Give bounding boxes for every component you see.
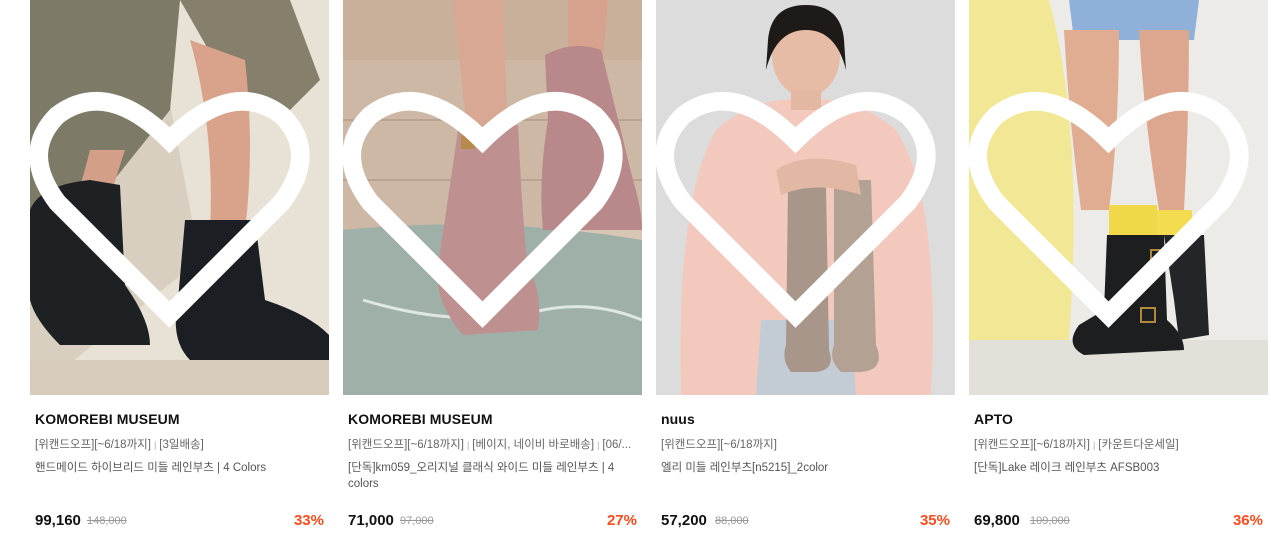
promo-tags: [위캔드오프][~6/18까지] | [베이지, 네이비 바로배송] | [06/... [348,436,638,452]
product-name[interactable]: [단독]km059_오리지널 클래식 와이드 미들 레인부츠 | 4 color… [348,460,638,492]
product-card[interactable]: KOMOREBI MUSEUM [위캔드오프][~6/18까지] | [3일배송] … [30,0,329,533]
product-grid: KOMOREBI MUSEUM [위캔드오프][~6/18까지] | [3일배송] … [0,0,1271,533]
product-image[interactable] [969,0,1268,395]
promo-tag: [06/... [602,439,632,451]
promo-tags: [위캔드오프][~6/18까지] | [카운트다운세일] [974,436,1264,452]
heart-outline-icon[interactable] [969,5,1258,395]
heart-outline-icon[interactable] [656,5,945,395]
promo-tag: [위캔드오프][~6/18까지] [348,439,464,451]
product-image[interactable] [30,0,329,395]
promo-tag: [3일배송] [159,439,204,451]
brand-name[interactable]: APTO [974,411,1013,427]
heart-outline-icon[interactable] [30,5,319,395]
discount-rate: 35% [919,512,950,529]
promo-tag: [위캔드오프][~6/18까지] [974,439,1090,451]
product-card[interactable]: nuus [위캔드오프][~6/18까지] 엘리 미들 레인부츠[n5215]_… [656,0,955,533]
tag-separator: | [153,440,157,450]
brand-name[interactable]: KOMOREBI MUSEUM [348,411,493,427]
promo-tag: [카운트다운세일] [1098,439,1179,451]
promo-tag: [위캔드오프][~6/18까지] [35,439,151,451]
discount-rate: 27% [606,512,637,529]
promo-tag: [위캔드오프][~6/18까지] [661,439,777,451]
product-name[interactable]: 핸드메이드 하이브리드 미들 레인부츠 | 4 Colors [35,460,325,476]
tag-separator: | [466,440,470,450]
original-price: 88,000 [715,515,749,527]
brand-name[interactable]: KOMOREBI MUSEUM [35,411,180,427]
product-image[interactable] [656,0,955,395]
discount-rate: 36% [1232,512,1263,529]
sale-price: 99,160 [35,512,81,529]
product-card[interactable]: KOMOREBI MUSEUM [위캔드오프][~6/18까지] | [베이지, 네… [343,0,642,533]
heart-outline-icon[interactable] [343,5,632,395]
product-name[interactable]: [단독]Lake 레이크 레인부츠 AFSB003 [974,460,1264,476]
promo-tags: [위캔드오프][~6/18까지] [661,436,951,452]
original-price: 109,000 [1030,515,1070,527]
sale-price: 69,800 [974,512,1020,529]
original-price: 148,000 [87,515,127,527]
tag-separator: | [597,440,600,450]
original-price: 97,000 [400,515,434,527]
sale-price: 71,000 [348,512,394,529]
tag-separator: | [1092,440,1096,450]
promo-tags: [위캔드오프][~6/18까지] | [3일배송] [35,436,325,452]
promo-tag: [베이지, 네이비 바로배송] [472,439,595,451]
brand-name[interactable]: nuus [661,411,695,427]
discount-rate: 33% [293,512,324,529]
product-name[interactable]: 엘리 미들 레인부츠[n5215]_2color [661,460,951,476]
product-card[interactable]: APTO [위캔드오프][~6/18까지] | [카운트다운세일] [단독]Lake… [969,0,1268,533]
sale-price: 57,200 [661,512,707,529]
product-image[interactable] [343,0,642,395]
